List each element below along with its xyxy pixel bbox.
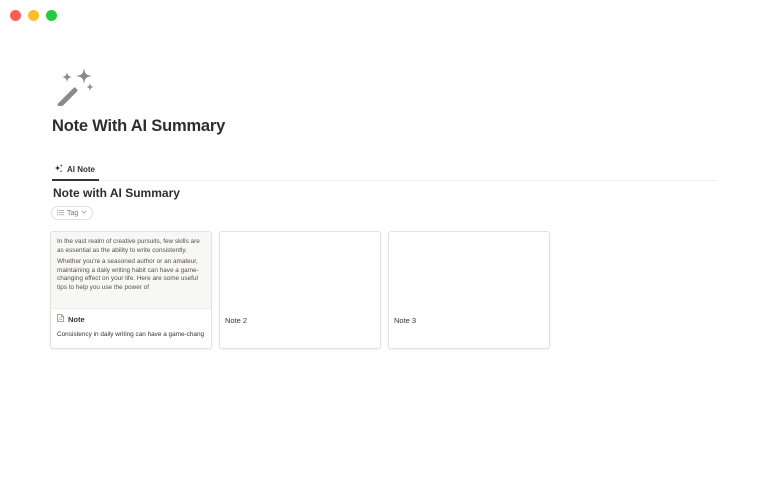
sparkles-icon	[54, 164, 63, 175]
tag-filter-chip[interactable]: Tag	[51, 206, 94, 220]
gallery-card-note-3[interactable]: Note 3	[388, 231, 550, 349]
database-title: Note with AI Summary	[53, 186, 180, 200]
view-tabs: AI Note	[52, 160, 716, 181]
filter-label: Tag	[67, 209, 79, 217]
card-title-row: Note	[57, 314, 85, 324]
card-title: Note 3	[394, 316, 417, 325]
close-window-button[interactable]	[10, 10, 21, 21]
window-controls	[10, 10, 57, 21]
tab-label: AI Note	[67, 165, 95, 174]
card-title: Note	[68, 314, 85, 324]
card-ai-summary: Consistency in daily writing can have a …	[57, 331, 205, 338]
preview-paragraph: In the vast realm of creative pursuits, …	[57, 238, 200, 254]
list-icon	[57, 209, 64, 218]
preview-paragraph: Whether you're a seasoned author or an a…	[57, 258, 199, 291]
gallery-card-note[interactable]: In the vast realm of creative pursuits, …	[50, 231, 212, 349]
minimize-window-button[interactable]	[28, 10, 39, 21]
page-icon	[57, 314, 64, 324]
magic-wand-sparkles-icon[interactable]	[54, 66, 98, 108]
card-title: Note 2	[225, 316, 248, 325]
zoom-window-button[interactable]	[46, 10, 57, 21]
gallery-card-note-2[interactable]: Note 2	[219, 231, 381, 349]
chevron-down-icon	[81, 209, 87, 217]
page-title: Note With AI Summary	[52, 117, 226, 135]
card-preview: In the vast realm of creative pursuits, …	[51, 232, 211, 309]
tab-ai-note[interactable]: AI Note	[52, 160, 99, 181]
